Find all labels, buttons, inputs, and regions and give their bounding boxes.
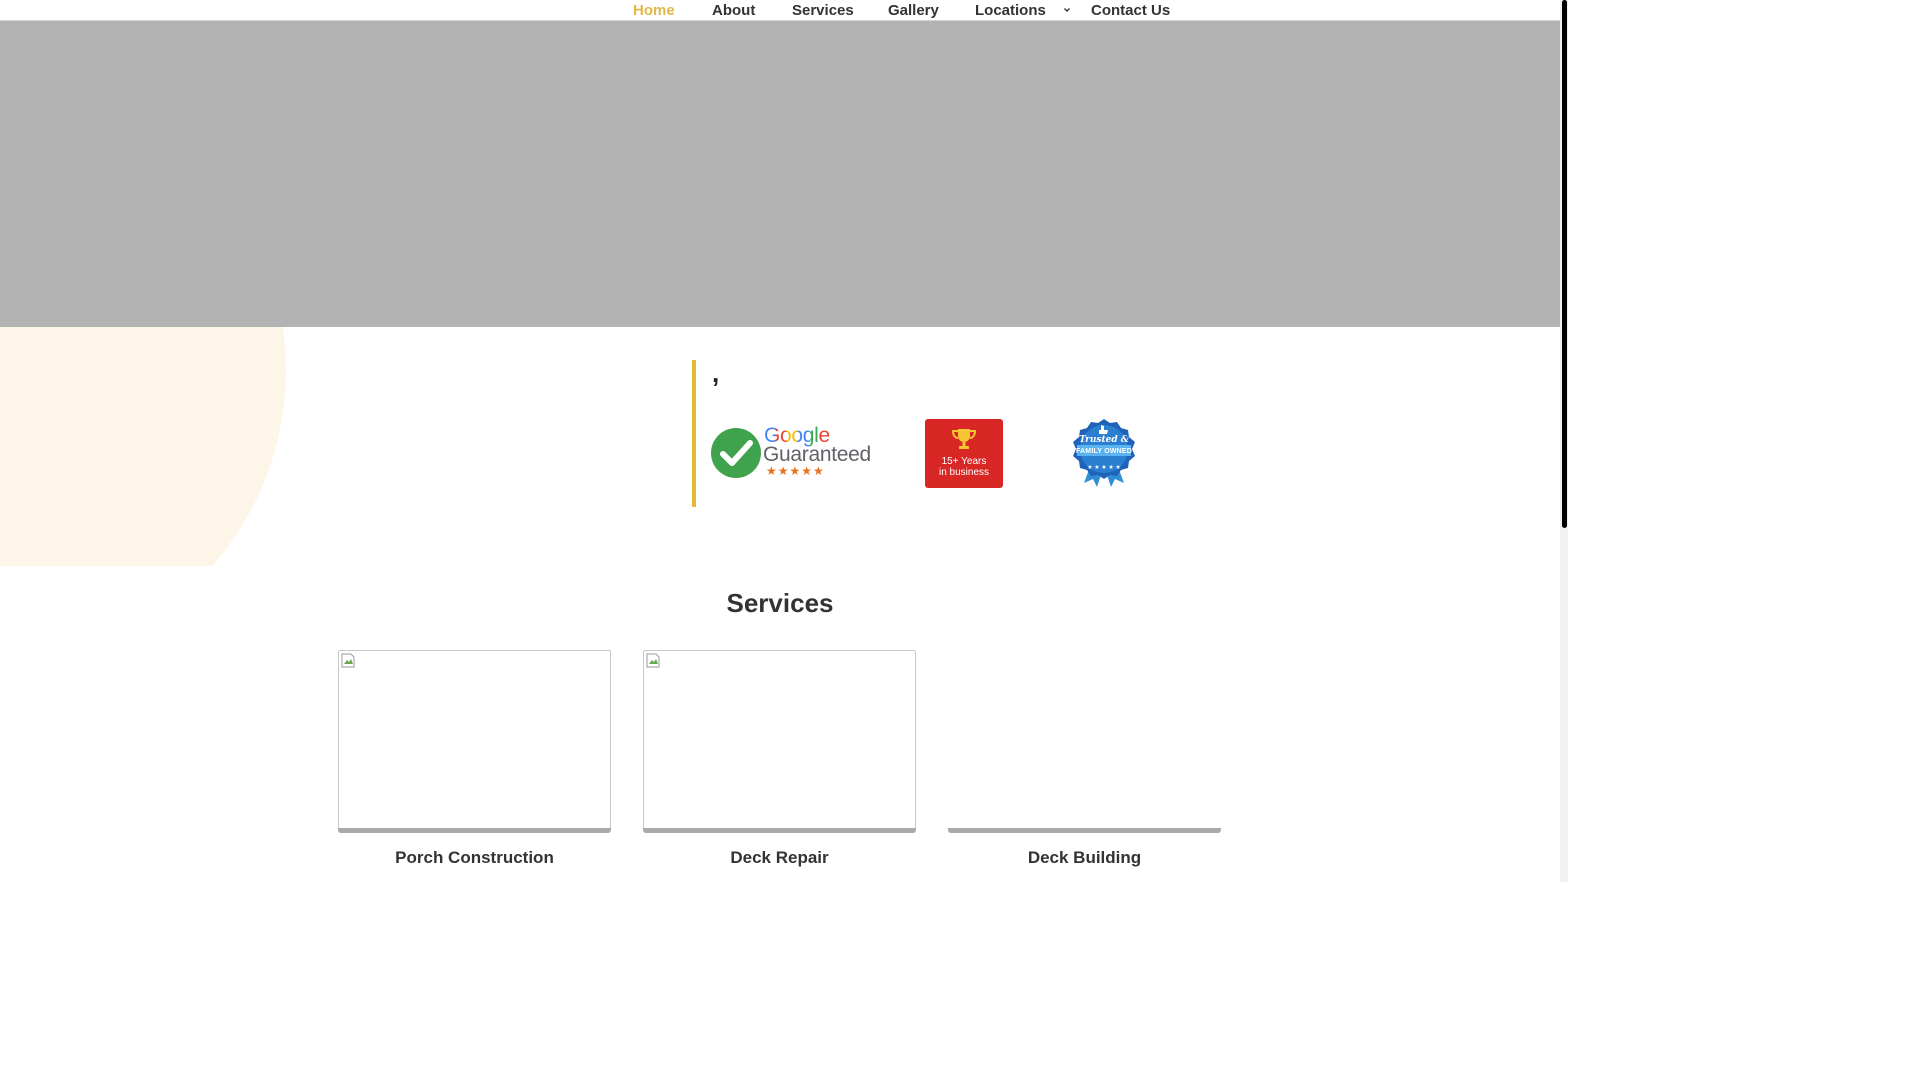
nav-about[interactable]: About xyxy=(712,2,755,19)
in-business-text: in business xyxy=(938,467,990,478)
card-bottom-bar xyxy=(948,828,1221,833)
svg-text:★ ★ ★ ★ ★: ★ ★ ★ ★ ★ xyxy=(1087,464,1121,471)
services-heading: Services xyxy=(726,588,834,618)
nav-home[interactable]: Home xyxy=(633,2,675,19)
service-label-deck-building[interactable]: Deck Building xyxy=(948,848,1221,868)
decorative-circle xyxy=(0,327,286,566)
accent-bar xyxy=(692,360,696,507)
years-text: 15+ Years xyxy=(941,456,987,467)
card-bottom-bar xyxy=(643,828,916,833)
service-image[interactable] xyxy=(643,650,916,830)
chevron-down-icon[interactable] xyxy=(1062,3,1072,15)
family-owned-badge: ★ ★ ★ ★ ★ Trusted & FAMILY OWNED xyxy=(1066,417,1142,489)
service-image[interactable] xyxy=(948,650,1221,830)
nav-contact-us[interactable]: Contact Us xyxy=(1091,2,1170,19)
service-card-deck-building[interactable] xyxy=(948,650,1221,834)
hero-banner xyxy=(0,21,1560,327)
check-icon xyxy=(711,428,761,478)
service-label-porch-construction[interactable]: Porch Construction xyxy=(338,848,611,868)
service-label-deck-repair[interactable]: Deck Repair xyxy=(643,848,916,868)
service-image[interactable] xyxy=(338,650,611,830)
trusted-text: Trusted & xyxy=(1079,435,1129,445)
page: Home About Services Gallery Locations Co… xyxy=(0,0,1568,882)
broken-image-icon xyxy=(646,653,660,668)
years-in-business-badge: 15+ Years in business xyxy=(925,419,1003,488)
top-nav: Home About Services Gallery Locations Co… xyxy=(0,0,1560,21)
nav-services[interactable]: Services xyxy=(792,2,854,19)
nav-locations[interactable]: Locations xyxy=(975,2,1046,19)
decorative-shape xyxy=(0,327,300,566)
service-card-deck-repair[interactable] xyxy=(643,650,916,834)
intro-text: , xyxy=(712,358,720,388)
trophy-icon xyxy=(951,429,977,449)
nav-gallery[interactable]: Gallery xyxy=(888,2,939,19)
family-owned-text: FAMILY OWNED xyxy=(1075,448,1133,455)
rating-stars: ★★★★★ xyxy=(766,464,825,478)
broken-image-icon xyxy=(341,653,355,668)
scrollbar-thumb[interactable] xyxy=(1562,0,1567,528)
google-guaranteed-badge: Google Guaranteed ★★★★★ xyxy=(711,424,871,482)
card-bottom-bar xyxy=(338,828,611,833)
service-card-porch-construction[interactable] xyxy=(338,650,611,834)
